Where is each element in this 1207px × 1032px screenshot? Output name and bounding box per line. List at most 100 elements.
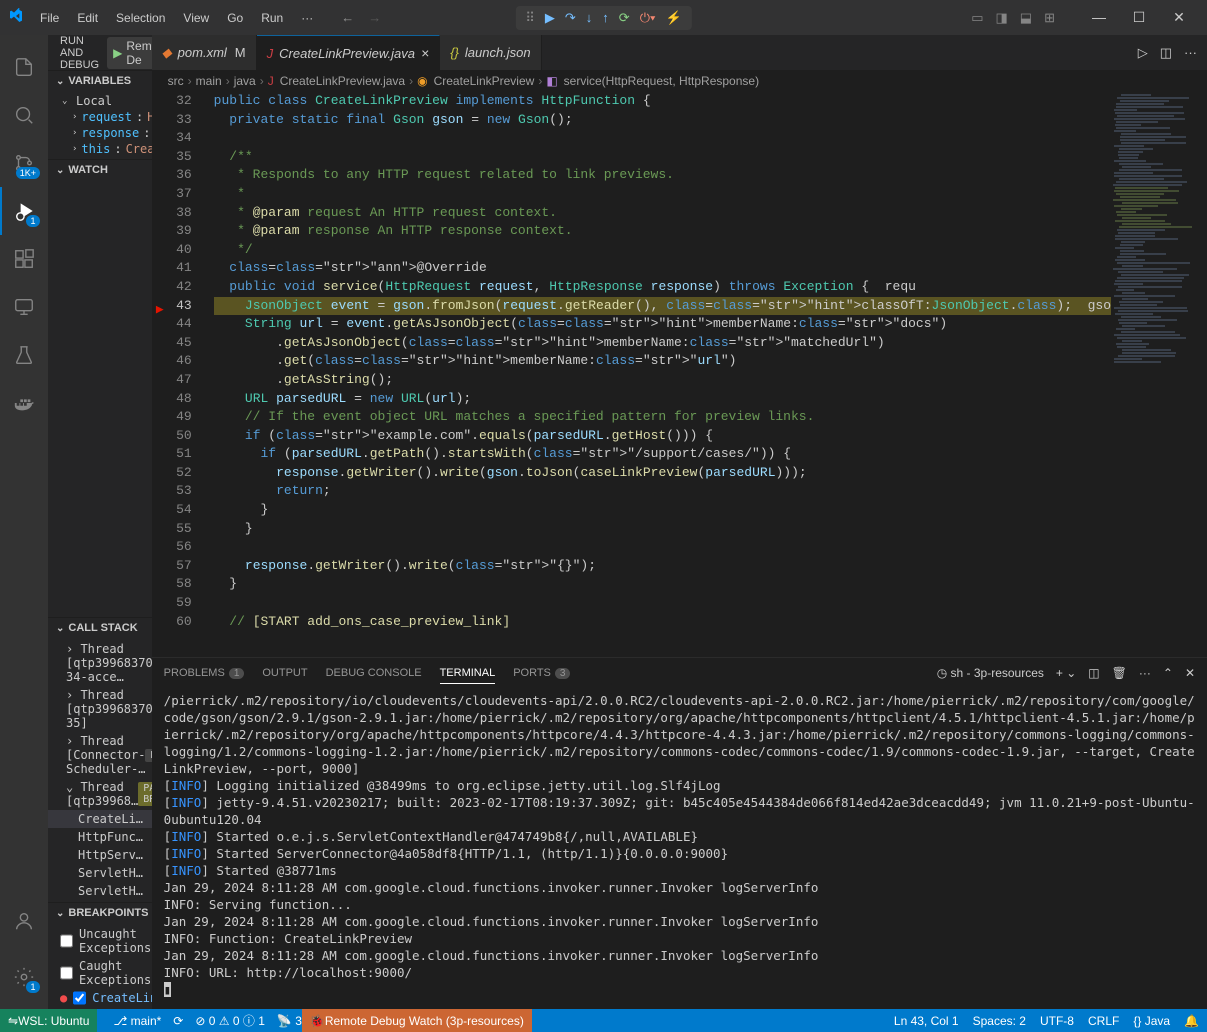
remote-indicator[interactable]: ⇋ WSL: Ubuntu [0, 1009, 97, 1032]
panel-tab-problems[interactable]: PROBLEMS1 [164, 663, 245, 683]
debug-disconnect-icon[interactable]: ⏻▾ [640, 10, 656, 26]
breakpoint-caught[interactable]: Caught Exceptions [48, 957, 152, 989]
activity-search-icon[interactable] [0, 91, 48, 139]
thread-row[interactable]: › Thread [qtp399683701-35]RUNNING [48, 686, 152, 732]
variable-row[interactable]: ›this: CreateLinkPreview@31 [48, 141, 152, 157]
stack-frame[interactable]: CreateLinkPreview.service(HttpReques [48, 810, 152, 828]
debug-continue-icon[interactable]: ▶ [545, 10, 555, 26]
debug-step-over-icon[interactable]: ↷ [565, 10, 576, 26]
debug-grip-icon[interactable]: ⠿ [525, 10, 535, 26]
breadcrumb[interactable]: src› main› java› JCreateLinkPreview.java… [152, 70, 1207, 92]
panel-maximize-icon[interactable]: ⌃ [1163, 666, 1173, 680]
tab-createlinkpreview[interactable]: JCreateLinkPreview.java× [257, 35, 441, 70]
panel-tab-debug-console[interactable]: DEBUG CONSOLE [326, 663, 422, 683]
thread-row[interactable]: ⌄ Thread [qtp39968…PAUSED ON BREAKPOINT [48, 778, 152, 810]
stack-frame[interactable]: HttpFunctionExecutor.service(HttpSer [48, 828, 152, 846]
panel-close-icon[interactable]: ✕ [1185, 666, 1195, 680]
notifications-icon[interactable]: 🔔 [1184, 1014, 1199, 1028]
checkbox[interactable] [60, 966, 73, 980]
breakpoints-section-header[interactable]: ⌄BREAKPOINTS [48, 903, 152, 923]
minimap[interactable] [1111, 92, 1207, 657]
activity-explorer-icon[interactable] [0, 43, 48, 91]
activity-remote-icon[interactable] [0, 283, 48, 331]
editor-tabs: ◆pom.xmlM JCreateLinkPreview.java× {}lau… [152, 35, 1207, 70]
branch-indicator[interactable]: ⎇ main* [113, 1014, 161, 1028]
activity-settings-icon[interactable]: 1 [0, 953, 48, 1001]
split-terminal-icon[interactable]: ◫ [1088, 666, 1099, 680]
activity-account-icon[interactable] [0, 897, 48, 945]
menu-go[interactable]: Go [219, 7, 251, 29]
play-icon: ▶ [113, 46, 122, 60]
kill-terminal-icon[interactable]: 🗑 [1112, 666, 1127, 680]
layout-toggle-sidebar-icon[interactable]: ◨ [996, 10, 1008, 26]
tab-launchjson[interactable]: {}launch.json [440, 35, 541, 70]
debug-restart-icon[interactable]: ⟳ [619, 10, 630, 26]
nav-forward-icon[interactable]: → [368, 10, 381, 25]
checkbox[interactable] [60, 934, 73, 948]
checkbox[interactable] [73, 991, 86, 1005]
activity-debug-icon[interactable]: 1 [0, 187, 48, 235]
java-icon: J [267, 46, 274, 61]
debug-step-out-icon[interactable]: ↑ [602, 10, 609, 25]
tab-pomxml[interactable]: ◆pom.xmlM [152, 35, 257, 70]
vscode-logo-icon [8, 8, 24, 27]
variables-section-header[interactable]: ⌄VARIABLES [48, 71, 152, 91]
terminal-output[interactable]: /pierrick/.m2/repository/io/cloudevents/… [152, 688, 1207, 1009]
stack-frame[interactable]: ServletHolder.handle(Request,Servlet [48, 864, 152, 882]
terminal-shell-select[interactable]: ◷ sh - 3p-resources [937, 666, 1044, 680]
debug-status[interactable]: 🐞 Remote Debug Watch (3p-resources) [302, 1009, 532, 1032]
layout-toggle-bottom-icon[interactable]: ⬓ [1020, 10, 1032, 26]
debug-step-into-icon[interactable]: ↓ [586, 10, 593, 25]
layout-customize-icon[interactable]: ⊞ [1044, 10, 1055, 26]
new-terminal-icon[interactable]: + ⌄ [1056, 666, 1076, 680]
window-minimize-icon[interactable]: — [1079, 3, 1119, 32]
cursor-position[interactable]: Ln 43, Col 1 [894, 1014, 959, 1028]
sync-icon[interactable]: ⟳ [173, 1014, 183, 1028]
window-close-icon[interactable]: ✕ [1159, 3, 1199, 32]
panel-more-icon[interactable]: ··· [1139, 666, 1151, 680]
stack-frame[interactable]: HttpServlet.service(ServletRequest,S [48, 846, 152, 864]
stack-frame[interactable]: ServletHandler.doHandle(String,Reque [48, 882, 152, 900]
debug-config-selector[interactable]: ▶ Remote De ⌄ [107, 37, 152, 69]
close-icon[interactable]: × [421, 45, 429, 61]
menu-file[interactable]: File [32, 7, 67, 29]
activity-scm-icon[interactable]: 1K+ [0, 139, 48, 187]
thread-row[interactable]: › Thread [Connector-Scheduler-…RUNNING [48, 732, 152, 778]
menu-overflow-icon[interactable]: ··· [293, 7, 321, 29]
layout-toggle-panel-icon[interactable]: ▭ [971, 10, 983, 26]
problems-indicator[interactable]: ⊘ 0 ⚠ 0 ⓘ 1 [195, 1012, 265, 1029]
variable-row[interactable]: ›response: HttpResponseImpl@50 [48, 125, 152, 141]
language-status[interactable]: {} Java [1133, 1014, 1170, 1028]
menu-selection[interactable]: Selection [108, 7, 173, 29]
code-editor[interactable]: 3233343536373839404142▶43444546474849505… [152, 92, 1207, 657]
class-icon: ◉ [417, 74, 427, 88]
menu-edit[interactable]: Edit [69, 7, 106, 29]
variable-row[interactable]: ›request: HttpRequestImpl@49 [48, 109, 152, 125]
activity-docker-icon[interactable] [0, 379, 48, 427]
bottom-panel: PROBLEMS1 OUTPUT DEBUG CONSOLE TERMINAL … [152, 657, 1207, 1009]
watch-section-header[interactable]: ⌄WATCH [48, 160, 152, 180]
indent-status[interactable]: Spaces: 2 [973, 1014, 1026, 1028]
callstack-section-header[interactable]: ⌄CALL STACK [48, 618, 152, 638]
panel-tab-output[interactable]: OUTPUT [262, 663, 307, 683]
debug-hot-reload-icon[interactable]: ⚡ [665, 10, 681, 26]
thread-row[interactable]: › Thread [qtp399683701-34-acce…RUNNING [48, 640, 152, 686]
panel-tab-terminal[interactable]: TERMINAL [440, 663, 496, 684]
more-icon[interactable]: ··· [1184, 45, 1197, 60]
debug-toolbar: ⠿ ▶ ↷ ↓ ↑ ⟳ ⏻▾ ⚡ [515, 6, 691, 30]
window-maximize-icon[interactable]: ☐ [1119, 3, 1159, 32]
breakpoint-uncaught[interactable]: Uncaught Exceptions [48, 925, 152, 957]
menu-run[interactable]: Run [253, 7, 291, 29]
run-icon[interactable]: ▷ [1138, 45, 1148, 61]
activity-testing-icon[interactable] [0, 331, 48, 379]
menu-view[interactable]: View [175, 7, 217, 29]
encoding-status[interactable]: UTF-8 [1040, 1014, 1074, 1028]
breakpoint-file[interactable]: ●CreateLinkPreview.javasrc/main/java43 [48, 989, 152, 1007]
eol-status[interactable]: CRLF [1088, 1014, 1119, 1028]
split-editor-icon[interactable]: ◫ [1160, 45, 1172, 61]
ports-indicator[interactable]: 📡 3 [277, 1014, 302, 1028]
nav-back-icon[interactable]: ← [341, 10, 354, 25]
panel-tab-ports[interactable]: PORTS3 [513, 663, 570, 683]
scope-local[interactable]: ⌄Local [48, 93, 152, 109]
activity-extensions-icon[interactable] [0, 235, 48, 283]
